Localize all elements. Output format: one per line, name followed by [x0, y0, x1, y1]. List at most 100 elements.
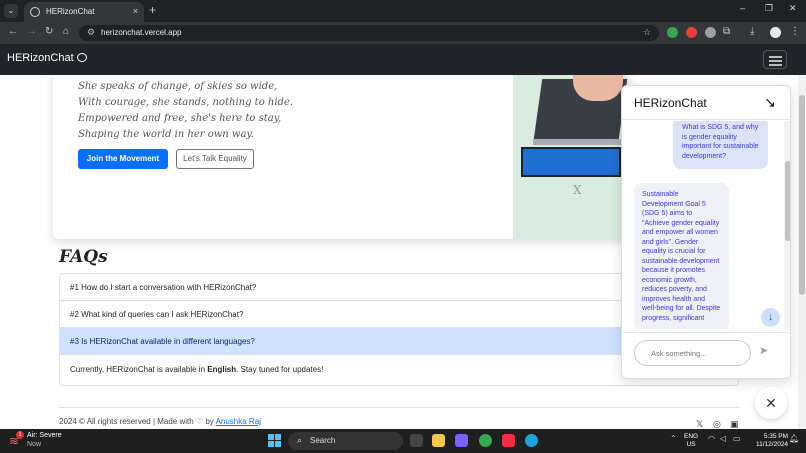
logo-pane — [268, 441, 274, 447]
notification-bell-icon[interactable]: 🔔︎ — [789, 434, 799, 443]
page-scrollbar[interactable] — [798, 75, 806, 429]
chat-widget: HERizonChat ↘ What is SDG 5, and why is … — [621, 85, 791, 379]
chat-scrollbar[interactable] — [784, 121, 790, 329]
logo-pane — [275, 441, 281, 447]
tab-close-icon[interactable]: × — [133, 6, 138, 16]
logo-pane — [268, 434, 274, 440]
search-label: Search — [310, 436, 336, 445]
chat-scrollbar-thumb[interactable] — [785, 161, 790, 241]
scroll-down-arrow-icon[interactable]: ↓ — [761, 308, 780, 327]
home-icon[interactable]: ⌂ — [63, 26, 69, 37]
minimize-button[interactable]: – — [740, 3, 745, 13]
send-icon[interactable]: ➤ — [759, 344, 768, 357]
user-message: What is SDG 5, and why is gender equalit… — [673, 121, 768, 169]
hero-card: She speaks of change, of skies so wide, … — [53, 75, 628, 239]
extensions-puzzle-icon[interactable]: ⧉ — [723, 26, 730, 37]
weather-title[interactable]: Air: Severe — [27, 432, 62, 439]
browser-tab-bar: ⌄ HERizonChat × + – ❐ ✕ — [0, 0, 806, 22]
twitter-icon[interactable]: 𝕏 — [696, 419, 703, 429]
hero-poem: She speaks of change, of skies so wide, … — [78, 79, 293, 143]
extension-colorful-icon[interactable] — [686, 27, 697, 38]
navbar-toggler-button[interactable] — [763, 50, 787, 69]
poem-line: With courage, she stands, nothing to hid… — [78, 97, 294, 108]
file-explorer-icon[interactable] — [432, 434, 445, 447]
address-bar[interactable]: ⚙ herizonchat.vercel.app ☆ — [79, 25, 659, 41]
music-app-icon[interactable] — [502, 434, 515, 447]
back-arrow-icon[interactable]: ← — [8, 26, 18, 37]
answer-language: English — [207, 365, 237, 374]
chat-header: HERizonChat ↘ — [622, 86, 790, 120]
globe-icon — [30, 7, 40, 17]
poem-line: Empowered and free, she's here to stay, — [78, 113, 282, 124]
chat-input[interactable] — [634, 340, 751, 366]
url-text: herizonchat.vercel.app — [101, 28, 182, 37]
page-scrollbar-thumb[interactable] — [799, 95, 805, 295]
image-glyph: X — [573, 183, 582, 197]
forward-arrow-icon[interactable]: → — [27, 26, 37, 37]
instagram-icon[interactable]: ◎ — [713, 419, 721, 429]
battery-icon[interactable]: ▭ — [733, 434, 741, 443]
brand[interactable]: HERizonChat — [7, 52, 87, 64]
keyboard-illustration — [533, 139, 628, 145]
new-tab-button[interactable]: + — [149, 3, 156, 17]
site-info-icon[interactable]: ⚙ — [87, 27, 95, 38]
taskbar-search[interactable]: ⌕ Search — [288, 432, 403, 450]
wifi-icon[interactable]: ◠ — [708, 434, 715, 443]
restore-button[interactable]: ❐ — [765, 3, 773, 14]
notification-badge: 1 — [16, 431, 24, 439]
talk-equality-button[interactable]: Let's Talk Equality — [176, 149, 254, 169]
logo-pane — [275, 434, 281, 440]
hero-image: X — [513, 75, 628, 239]
bot-message: Sustainable Development Goal 5 (SDG 5) a… — [634, 183, 729, 329]
author-link[interactable]: Anushka Raj — [216, 417, 261, 426]
minimize-arrow-icon[interactable]: ↘ — [764, 94, 776, 111]
browser-toolbar: ← → ↻ ⌂ ⚙ herizonchat.vercel.app ☆ ⧉ ⤓ ⋮ — [0, 22, 806, 44]
hamburger-line — [769, 64, 782, 66]
download-icon[interactable]: ⤓ — [750, 26, 754, 37]
answer-prefix: Currently, HERizonChat is available in — [70, 365, 208, 374]
windows-start-icon[interactable] — [268, 434, 281, 447]
browser-tab[interactable]: HERizonChat × — [24, 2, 144, 22]
footer-by: by — [203, 417, 216, 426]
profile-avatar[interactable] — [770, 27, 781, 38]
task-view-icon[interactable] — [410, 434, 423, 447]
weather-subtitle: Now — [27, 441, 42, 448]
bookmark-star-icon[interactable]: ☆ — [643, 27, 651, 38]
language-indicator[interactable]: ENG US — [684, 433, 698, 449]
chat-input-area: ➤ — [622, 332, 790, 378]
hamburger-line — [769, 56, 782, 58]
site-navbar: HERizonChat — [0, 44, 806, 75]
footer-copyright: 2024 © All rights reserved | Made with — [59, 417, 196, 426]
close-chat-button[interactable]: ✕ — [755, 387, 787, 419]
poem-line: Shaping the world in her own way. — [78, 129, 254, 140]
reload-icon[interactable]: ↻ — [45, 26, 53, 37]
edge-icon[interactable] — [525, 434, 538, 447]
poem-line: She speaks of change, of skies so wide, — [78, 81, 278, 92]
search-icon: ⌕ — [297, 435, 303, 445]
footer-divider — [59, 407, 739, 408]
chat-bubble-icon — [76, 53, 87, 62]
tab-search-button[interactable]: ⌄ — [4, 4, 18, 18]
extension-grammarly-icon[interactable] — [667, 27, 678, 38]
tray-chevron-icon[interactable]: ⌃ — [670, 434, 677, 443]
clock[interactable]: 5:35 PM 11/12/2024 — [756, 433, 788, 449]
chat-messages: What is SDG 5, and why is gender equalit… — [622, 121, 784, 329]
chat-title: HERizonChat — [634, 96, 707, 110]
faq-title: FAQs — [59, 247, 108, 267]
window-close-button[interactable]: ✕ — [789, 3, 797, 14]
volume-icon[interactable]: ◁ — [720, 434, 726, 443]
windows-taskbar: ≋ 1 Air: Severe Now ⌕ Search ⌃ ENG US ◠ … — [0, 429, 806, 453]
clock-time: 5:35 PM — [763, 433, 789, 440]
answer-suffix: . Stay tuned for updates! — [236, 365, 324, 374]
tab-title: HERizonChat — [46, 7, 95, 16]
join-movement-button[interactable]: Join the Movement — [78, 149, 168, 169]
linkedin-icon[interactable]: ▣ — [730, 419, 739, 429]
tablet-illustration — [521, 147, 621, 177]
extension-robot-icon[interactable] — [705, 27, 716, 38]
lang-region: US — [686, 441, 696, 448]
brand-name: HERizonChat — [7, 52, 74, 64]
clock-date: 11/12/2024 — [756, 441, 789, 448]
menu-kebab-icon[interactable]: ⋮ — [790, 26, 800, 37]
chrome-icon[interactable] — [479, 434, 492, 447]
copilot-icon[interactable] — [455, 434, 468, 447]
